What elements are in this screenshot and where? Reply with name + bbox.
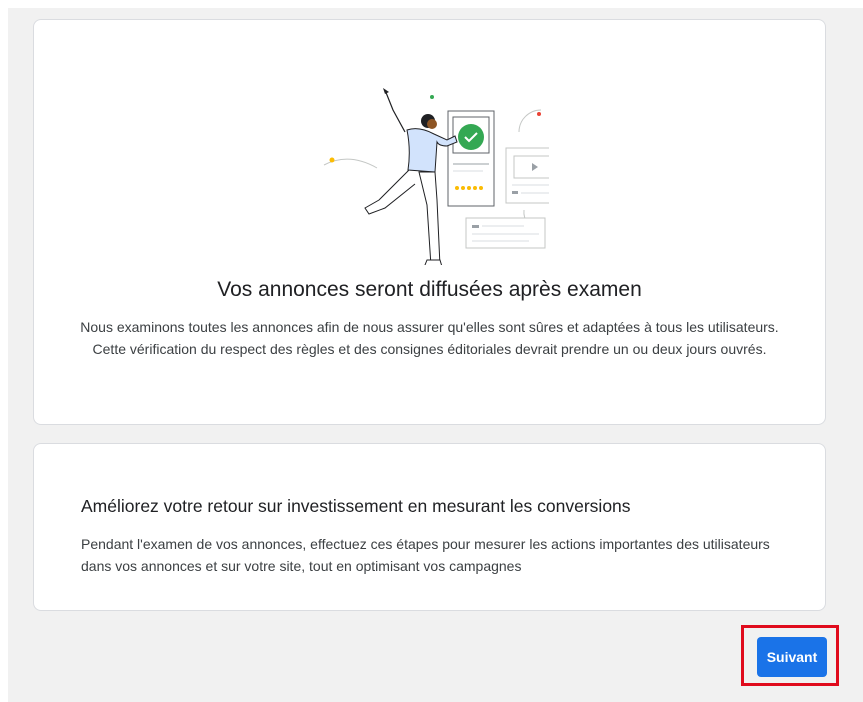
- rating-star: [467, 186, 471, 190]
- conversions-description: Pendant l'examen de vos annonces, effect…: [81, 536, 770, 574]
- review-title: Vos annonces seront diffusées après exam…: [217, 278, 642, 301]
- ad-review-illustration: [323, 88, 549, 265]
- rating-star: [461, 186, 465, 190]
- conversions-title: Améliorez votre retour sur investissemen…: [81, 496, 631, 516]
- review-description: Nous examinons toutes les annonces afin …: [80, 319, 779, 357]
- ad-review-card: Vos annonces seront diffusées après exam…: [33, 19, 826, 425]
- decorative-dot: [430, 95, 434, 99]
- decorative-dot: [537, 112, 541, 116]
- decorative-dot: [329, 157, 335, 163]
- next-button[interactable]: Suivant: [757, 637, 827, 677]
- rating-star: [455, 186, 459, 190]
- rating-star: [473, 186, 477, 190]
- rating-star: [479, 186, 483, 190]
- check-badge: [458, 124, 484, 150]
- conversions-card: Améliorez votre retour sur investissemen…: [33, 443, 826, 611]
